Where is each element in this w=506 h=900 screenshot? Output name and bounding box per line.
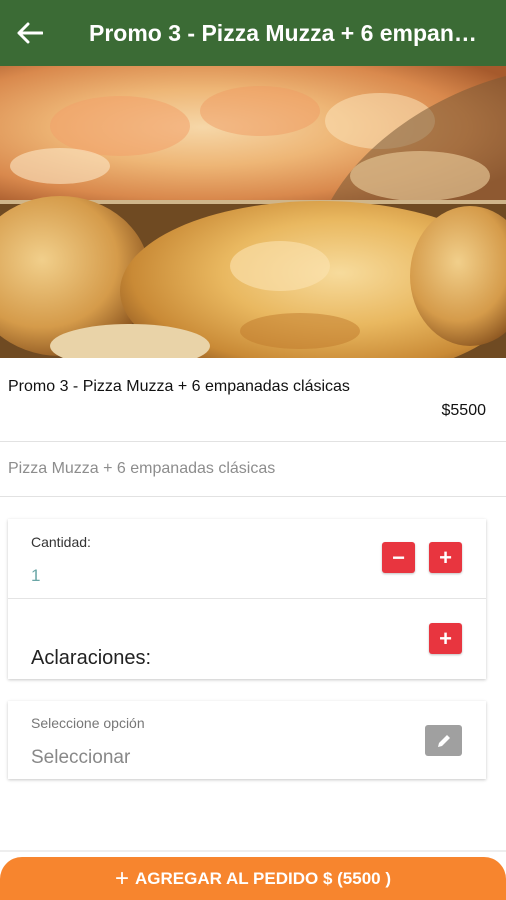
arrow-back-icon [17, 22, 43, 44]
plus-icon: + [114, 864, 129, 892]
product-price: $5500 [441, 402, 487, 419]
card-divider [8, 598, 486, 599]
divider [0, 496, 506, 497]
product-image [0, 66, 506, 358]
page-title: Promo 3 - Pizza Muzza + 6 empanadas clás… [89, 19, 484, 46]
add-to-order-button[interactable]: + AGREGAR AL PEDIDO $ (5500 ) [0, 857, 506, 900]
minus-icon: − [392, 544, 405, 570]
back-button[interactable] [0, 0, 60, 66]
option-select[interactable]: Seleccionar [31, 747, 130, 769]
increase-quantity-button[interactable]: + [429, 542, 462, 573]
plus-icon: + [439, 544, 452, 570]
add-notes-button[interactable]: + [429, 623, 462, 654]
option-label: Seleccione opción [31, 715, 145, 731]
quantity-value: 1 [31, 566, 41, 585]
product-photo [0, 66, 506, 358]
pencil-icon [437, 734, 450, 747]
edit-option-button[interactable] [425, 725, 462, 756]
product-description: Pizza Muzza + 6 empanadas clásicas [8, 460, 276, 477]
plus-icon: + [439, 625, 452, 651]
decrease-quantity-button[interactable]: − [382, 542, 415, 573]
app-bar: Promo 3 - Pizza Muzza + 6 empanadas clás… [0, 0, 506, 66]
add-to-order-label: AGREGAR AL PEDIDO $ (5500 ) [135, 868, 392, 888]
divider [0, 850, 506, 852]
divider [0, 441, 506, 442]
quantity-label: Cantidad: [31, 534, 91, 550]
quantity-card: Cantidad: 1 − + Aclaraciones: + [8, 519, 486, 679]
notes-label: Aclaraciones: [31, 647, 152, 669]
option-card[interactable]: Seleccione opción Seleccionar [8, 701, 486, 779]
product-name: Promo 3 - Pizza Muzza + 6 empanadas clás… [8, 378, 350, 395]
